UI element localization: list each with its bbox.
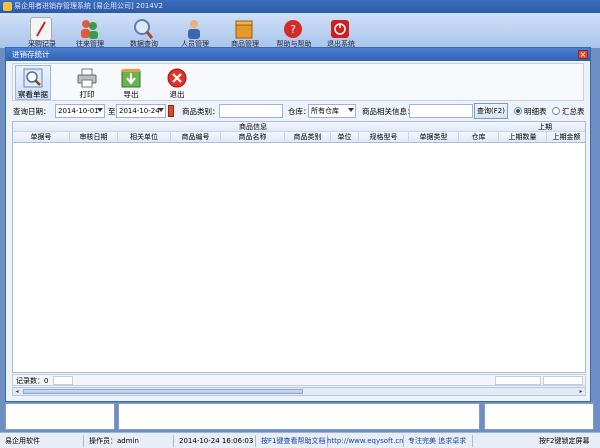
bg-panel: [484, 403, 594, 430]
summary-radio[interactable]: [552, 107, 560, 115]
col-warehouse[interactable]: 仓库: [459, 132, 499, 143]
app-logo-icon: [3, 2, 12, 11]
printer-icon: [77, 68, 97, 88]
status-lock: 按F2键锁定屏幕: [539, 437, 590, 445]
warehouse-select[interactable]: 所有仓库: [308, 104, 356, 118]
status-software: 易企用软件: [2, 435, 84, 447]
print-button[interactable]: 打印: [69, 65, 105, 100]
horizontal-scrollbar[interactable]: ◂ ▸: [12, 387, 586, 396]
stats-dialog: 进销存统计 × 察看单据 打印 导出 退出 查询日期： 2014-10-01 至…: [5, 47, 591, 402]
col-goods-name[interactable]: 商品名称: [221, 132, 285, 143]
grid-column-header: 单据号 审核日期 相关单位 商品编号 商品名称 商品类别 单位 规格型号 单据类…: [13, 132, 585, 143]
footer-cell: [543, 376, 583, 385]
info-input[interactable]: [409, 104, 473, 118]
close-icon[interactable]: ×: [578, 50, 588, 59]
status-help: 按F1键查看帮助文档: [258, 435, 328, 447]
dialog-toolbar: 察看单据 打印 导出 退出: [12, 63, 584, 101]
data-grid[interactable]: 商品信息 上期 单据号 审核日期 相关单位 商品编号 商品名称 商品类别 单位 …: [12, 121, 586, 373]
scroll-right-icon[interactable]: ▸: [577, 388, 585, 395]
date-from-picker[interactable]: 2014-10-01: [55, 104, 105, 118]
box-icon: [233, 17, 255, 41]
date-to-picker[interactable]: 2014-10-24: [116, 104, 166, 118]
exit-button[interactable]: 退出: [159, 65, 195, 100]
toolbar-purchase-button[interactable]: 采购记录: [22, 15, 62, 48]
group-goods-info: 商品信息: [239, 123, 267, 131]
col-doc-type[interactable]: 单据类型: [409, 132, 459, 143]
record-count: 记录数：0: [16, 377, 49, 385]
bg-panel: [5, 403, 115, 430]
info-label: 商品相关信息：: [362, 107, 415, 116]
to-label: 至: [108, 107, 116, 116]
footer-cell: [495, 376, 541, 385]
category-label: 商品类别：: [182, 107, 220, 116]
document-icon: [30, 17, 52, 41]
category-input[interactable]: [219, 104, 283, 118]
toolbar-query-button[interactable]: 数据查询: [124, 15, 164, 48]
users-icon: [183, 17, 205, 41]
view-magnifier-icon: [23, 68, 43, 88]
status-datetime: 2014-10-24 16:06:03: [176, 435, 256, 447]
query-button[interactable]: 查询(F2): [474, 103, 508, 119]
bg-panel: [118, 403, 480, 430]
scroll-left-icon[interactable]: ◂: [13, 388, 21, 395]
toolbar-contacts-button[interactable]: 往来管理: [70, 15, 110, 48]
export-button[interactable]: 导出: [113, 65, 149, 100]
group-prev-period: 上期: [538, 123, 552, 131]
col-goods-category[interactable]: 商品类别: [285, 132, 331, 143]
toolbar-help-button[interactable]: ? 帮助与帮助: [274, 15, 314, 48]
summary-radio-label: 汇总表: [562, 107, 585, 116]
status-operator: 操作员：admin: [86, 435, 174, 447]
detail-radio[interactable]: [514, 107, 522, 115]
export-icon: [121, 68, 141, 88]
app-title-bar: 易企用者进销存管理系统 [易企用公司] 2014V2: [0, 0, 600, 13]
exit-x-icon: [167, 68, 187, 88]
col-prev-amount[interactable]: 上期金额: [547, 132, 585, 143]
app-toolbar: 采购记录 往来管理 数据查询 人员管理 商品管理 ? 帮助与帮助 退出系统: [0, 13, 600, 48]
dialog-title-bar: 进销存统计: [6, 48, 590, 61]
status-bar: 易企用软件 操作员：admin 2014-10-24 16:06:03 按F1键…: [0, 432, 600, 448]
scroll-thumb[interactable]: [23, 389, 303, 394]
col-goods-code[interactable]: 商品编号: [171, 132, 221, 143]
col-spec[interactable]: 规格型号: [359, 132, 409, 143]
col-related-unit[interactable]: 相关单位: [118, 132, 171, 143]
col-audit-date[interactable]: 审核日期: [70, 132, 118, 143]
app-title: 易企用者进销存管理系统 [易企用公司] 2014V2: [14, 2, 163, 10]
dialog-title: 进销存统计: [12, 50, 50, 59]
chevron-down-icon: [158, 108, 164, 112]
view-document-button[interactable]: 察看单据: [15, 65, 51, 100]
chevron-down-icon: [97, 108, 103, 112]
toolbar-exit-button[interactable]: 退出系统: [321, 15, 361, 48]
col-unit[interactable]: 单位: [331, 132, 359, 143]
grid-footer: 记录数：0: [12, 374, 586, 386]
chevron-down-icon: [348, 108, 354, 112]
date-label: 查询日期：: [13, 107, 51, 116]
toolbar-goods-button[interactable]: 商品管理: [225, 15, 265, 48]
status-slogan: 专注完美 追求卓求: [405, 435, 473, 447]
status-url[interactable]: http://www.eqysoft.cn/: [324, 435, 404, 447]
grid-group-header: 商品信息 上期: [13, 122, 585, 132]
toolbar-staff-button[interactable]: 人员管理: [175, 15, 215, 48]
footer-cell: [53, 376, 73, 385]
power-icon: [329, 17, 351, 41]
svg-text:?: ?: [290, 23, 296, 36]
filter-bar: 查询日期： 2014-10-01 至 2014-10-24 商品类别： 仓库： …: [12, 103, 585, 120]
magnifier-icon: [132, 17, 154, 41]
col-prev-qty[interactable]: 上期数量: [499, 132, 547, 143]
help-icon: ?: [282, 17, 304, 41]
col-doc-no[interactable]: 单据号: [13, 132, 70, 143]
calendar-icon[interactable]: [168, 105, 174, 117]
detail-radio-label: 明细表: [524, 107, 547, 116]
people-icon: [78, 17, 100, 41]
